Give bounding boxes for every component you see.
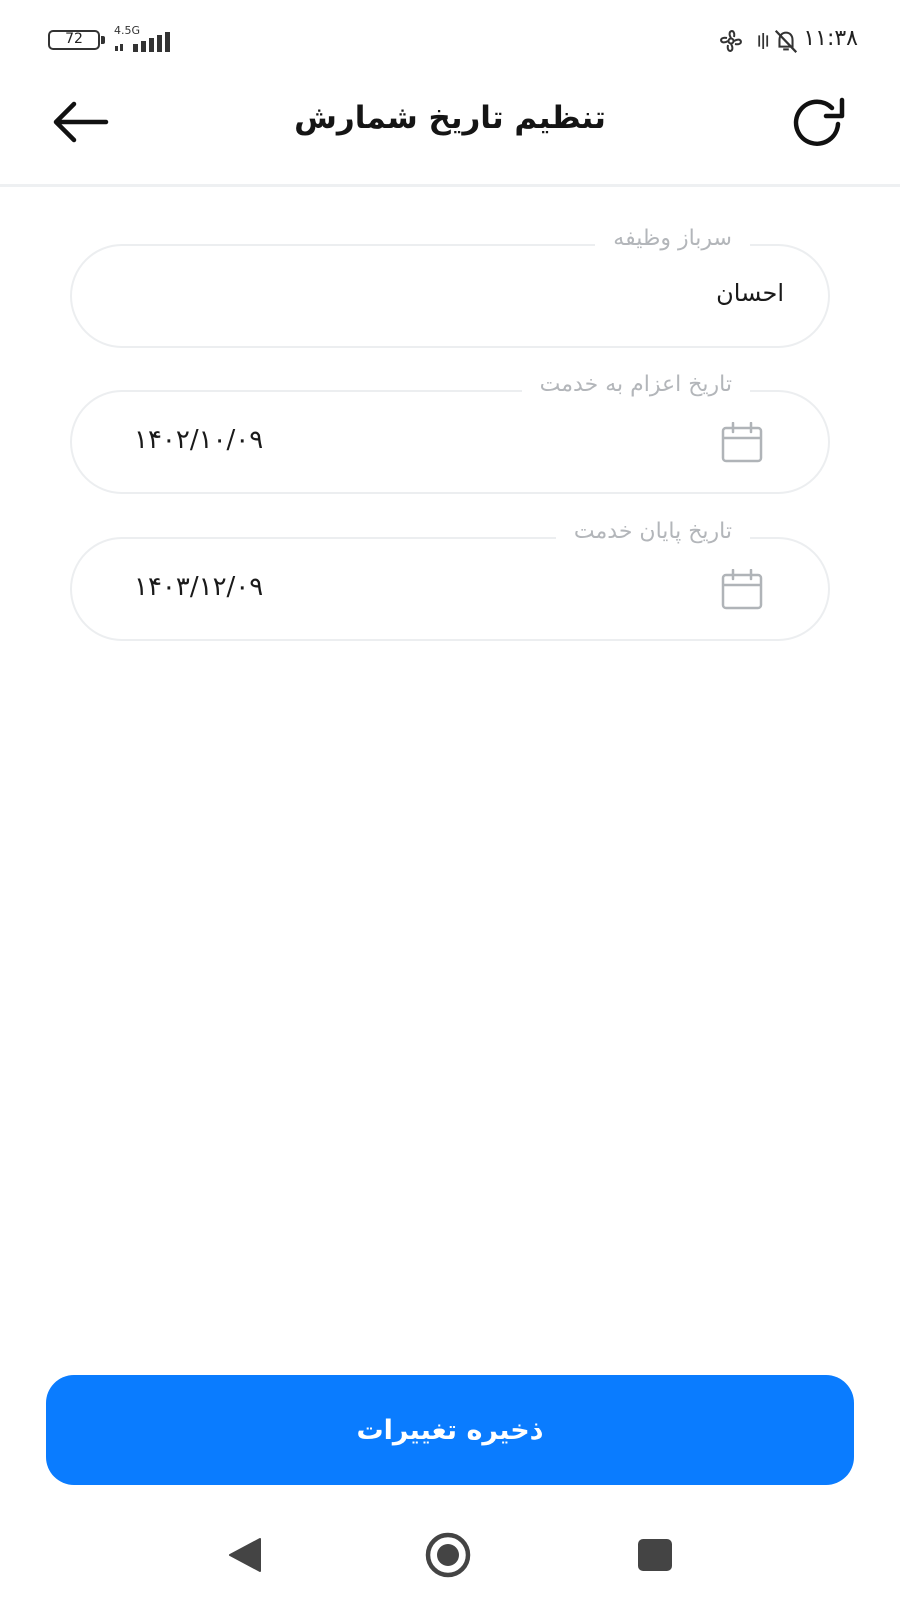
dispatch-date-value[interactable]: ۱۴۰۲/۱۰/۰۹ — [134, 425, 263, 455]
save-changes-button[interactable]: ذخیره تغییرات — [46, 1375, 854, 1485]
header-divider — [0, 184, 900, 187]
nav-back-icon[interactable] — [226, 1535, 266, 1575]
screen: 72 4.5G ۱۱:۳۸ تنظیم تاریخ شمارش سرباز وظ… — [0, 0, 900, 1600]
nav-recents-icon[interactable] — [636, 1537, 674, 1573]
header: تنظیم تاریخ شمارش — [0, 72, 900, 184]
soldier-field-label: سرباز وظیفه — [595, 226, 750, 251]
battery-icon: 72 — [48, 30, 105, 50]
end-date-field[interactable]: تاریخ پایان خدمت ۱۴۰۳/۱۲/۰۹ — [70, 519, 830, 641]
pinwheel-icon — [720, 30, 742, 52]
vibrate-icon — [758, 33, 769, 49]
calendar-icon[interactable] — [720, 569, 764, 611]
end-date-label: تاریخ پایان خدمت — [555, 519, 750, 544]
soldier-name-value[interactable]: احسان — [284, 279, 784, 307]
calendar-icon[interactable] — [720, 422, 764, 464]
status-clock: ۱۱:۳۸ — [803, 26, 858, 51]
page-title: تنظیم تاریخ شمارش — [294, 100, 606, 136]
soldier-field[interactable]: سرباز وظیفه احسان — [70, 226, 830, 348]
signal-icon — [115, 32, 170, 52]
refresh-button[interactable] — [788, 94, 852, 150]
system-nav-bar — [0, 1525, 900, 1585]
muted-bell-icon — [774, 29, 798, 53]
nav-home-icon[interactable] — [424, 1531, 472, 1579]
dispatch-date-label: تاریخ اعزام به خدمت — [521, 372, 750, 397]
battery-level: 72 — [65, 31, 83, 47]
status-bar: 72 4.5G ۱۱:۳۸ — [0, 22, 900, 56]
refresh-icon — [793, 97, 845, 146]
end-date-value[interactable]: ۱۴۰۳/۱۲/۰۹ — [134, 572, 263, 602]
dispatch-date-field[interactable]: تاریخ اعزام به خدمت ۱۴۰۲/۱۰/۰۹ — [70, 372, 830, 494]
